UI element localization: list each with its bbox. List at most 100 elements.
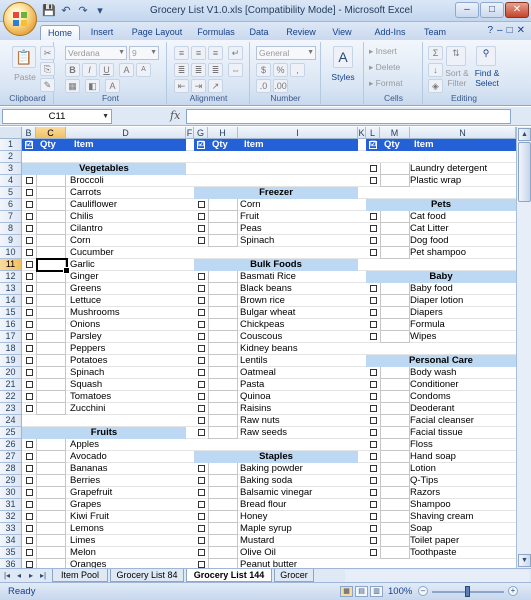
row-header-12[interactable]: 12 bbox=[0, 271, 22, 283]
find-select-button[interactable]: Find & Select bbox=[472, 68, 502, 88]
list-item[interactable]: Soap bbox=[410, 523, 432, 535]
sheet-tab-grocer[interactable]: Grocer bbox=[274, 569, 314, 582]
list-item[interactable]: Mustard bbox=[240, 535, 274, 547]
qty-cell[interactable] bbox=[36, 559, 66, 568]
qty-cell[interactable] bbox=[380, 439, 410, 451]
item-checkbox[interactable] bbox=[198, 477, 205, 484]
qty-cell[interactable] bbox=[380, 475, 410, 487]
qty-cell[interactable] bbox=[36, 487, 66, 499]
tab-insert[interactable]: Insert bbox=[84, 25, 120, 40]
qty-cell[interactable] bbox=[208, 367, 238, 379]
vertical-scrollbar[interactable]: ▲ ▼ bbox=[516, 127, 531, 568]
item-checkbox[interactable] bbox=[198, 429, 205, 436]
help-icon[interactable]: ? bbox=[487, 25, 493, 36]
paste-icon[interactable]: 📋 bbox=[12, 46, 36, 68]
first-sheet-icon[interactable]: |◂ bbox=[2, 571, 12, 580]
format-painter-icon[interactable]: ✎ bbox=[40, 78, 55, 92]
item-checkbox[interactable] bbox=[370, 441, 377, 448]
item-checkbox[interactable] bbox=[370, 417, 377, 424]
list-item[interactable]: Lettuce bbox=[70, 295, 101, 307]
item-checkbox[interactable] bbox=[370, 429, 377, 436]
zoom-level[interactable]: 100% bbox=[388, 586, 412, 597]
item-checkbox[interactable] bbox=[198, 225, 205, 232]
qty-cell[interactable] bbox=[380, 175, 410, 187]
increase-indent-icon[interactable]: ⇥ bbox=[191, 79, 206, 93]
item-checkbox[interactable] bbox=[370, 501, 377, 508]
row-header-32[interactable]: 32 bbox=[0, 511, 22, 523]
column-header-i[interactable]: I bbox=[238, 127, 358, 139]
list-item[interactable]: Conditioner bbox=[410, 379, 459, 391]
list-item[interactable]: Deoderant bbox=[410, 403, 454, 415]
prev-sheet-icon[interactable]: ◂ bbox=[14, 571, 24, 580]
qty-cell[interactable] bbox=[380, 295, 410, 307]
item-checkbox[interactable] bbox=[26, 369, 33, 376]
item-checkbox[interactable] bbox=[26, 309, 33, 316]
list-item[interactable]: Diaper lotion bbox=[410, 295, 463, 307]
qty-cell[interactable] bbox=[36, 535, 66, 547]
list-item[interactable]: Black beans bbox=[240, 283, 292, 295]
list-item[interactable]: Raw nuts bbox=[240, 415, 280, 427]
row-header-14[interactable]: 14 bbox=[0, 295, 22, 307]
undo-icon[interactable]: ↶ bbox=[59, 4, 73, 18]
list-item[interactable]: Peanut butter bbox=[240, 559, 297, 568]
format-cells-button[interactable]: ▸ Format bbox=[369, 78, 419, 89]
qty-cell[interactable] bbox=[380, 247, 410, 259]
list-item[interactable]: Laundry detergent bbox=[410, 163, 487, 175]
item-checkbox[interactable] bbox=[26, 357, 33, 364]
list-item[interactable]: Corn bbox=[240, 199, 261, 211]
wrap-text-icon[interactable]: ↵ bbox=[228, 46, 243, 60]
tab-view[interactable]: View bbox=[328, 25, 356, 40]
align-center-icon[interactable]: ≣ bbox=[191, 63, 206, 77]
item-checkbox[interactable] bbox=[26, 501, 33, 508]
qty-cell[interactable] bbox=[36, 187, 66, 199]
qty-cell[interactable] bbox=[36, 355, 66, 367]
list-item[interactable]: Grapefruit bbox=[70, 487, 112, 499]
qty-cell[interactable] bbox=[36, 319, 66, 331]
item-checkbox[interactable] bbox=[26, 297, 33, 304]
list-item[interactable]: Ginger bbox=[70, 271, 99, 283]
row-header-8[interactable]: 8 bbox=[0, 223, 22, 235]
qty-cell[interactable] bbox=[380, 283, 410, 295]
save-icon[interactable]: 💾 bbox=[42, 4, 56, 18]
list-item[interactable]: Couscous bbox=[240, 331, 282, 343]
zoom-in-icon[interactable]: + bbox=[508, 586, 518, 596]
row-header-11[interactable]: 11 bbox=[0, 259, 22, 271]
list-item[interactable]: Greens bbox=[70, 283, 101, 295]
qty-cell[interactable] bbox=[36, 283, 66, 295]
row-header-24[interactable]: 24 bbox=[0, 415, 22, 427]
qty-cell[interactable] bbox=[36, 391, 66, 403]
qty-cell[interactable] bbox=[208, 271, 238, 283]
item-checkbox[interactable] bbox=[198, 369, 205, 376]
list-item[interactable]: Floss bbox=[410, 439, 433, 451]
qty-cell[interactable] bbox=[208, 499, 238, 511]
ribbon-restore-icon[interactable]: □ bbox=[507, 25, 513, 36]
list-item[interactable]: Kidney beans bbox=[240, 343, 298, 355]
list-item[interactable]: Avocado bbox=[70, 451, 107, 463]
qty-cell[interactable] bbox=[36, 235, 66, 247]
autosum-icon[interactable]: Σ bbox=[428, 46, 443, 60]
list-item[interactable]: Raw seeds bbox=[240, 427, 287, 439]
item-checkbox[interactable] bbox=[198, 561, 205, 568]
tab-page-layout[interactable]: Page Layout bbox=[128, 25, 186, 40]
scroll-up-icon[interactable]: ▲ bbox=[518, 128, 531, 141]
list-item[interactable]: Diapers bbox=[410, 307, 443, 319]
item-checkbox[interactable] bbox=[198, 237, 205, 244]
list-item[interactable]: Spinach bbox=[240, 235, 274, 247]
item-checkbox[interactable] bbox=[370, 549, 377, 556]
item-checkbox[interactable] bbox=[370, 525, 377, 532]
row-header-10[interactable]: 10 bbox=[0, 247, 22, 259]
font-size-combo[interactable]: 9 ▼ bbox=[129, 46, 159, 60]
list-item[interactable]: Dog food bbox=[410, 235, 449, 247]
item-checkbox[interactable] bbox=[198, 309, 205, 316]
list-item[interactable]: Oatmeal bbox=[240, 367, 276, 379]
item-checkbox[interactable] bbox=[370, 465, 377, 472]
copy-icon[interactable]: ⎘ bbox=[40, 62, 55, 76]
item-checkbox[interactable] bbox=[198, 345, 205, 352]
item-checkbox[interactable] bbox=[198, 381, 205, 388]
qty-cell[interactable] bbox=[208, 523, 238, 535]
item-checkbox[interactable] bbox=[370, 309, 377, 316]
row-header-25[interactable]: 25 bbox=[0, 427, 22, 439]
row-header-33[interactable]: 33 bbox=[0, 523, 22, 535]
qty-cell[interactable] bbox=[380, 331, 410, 343]
column-header-d[interactable]: D bbox=[66, 127, 186, 139]
